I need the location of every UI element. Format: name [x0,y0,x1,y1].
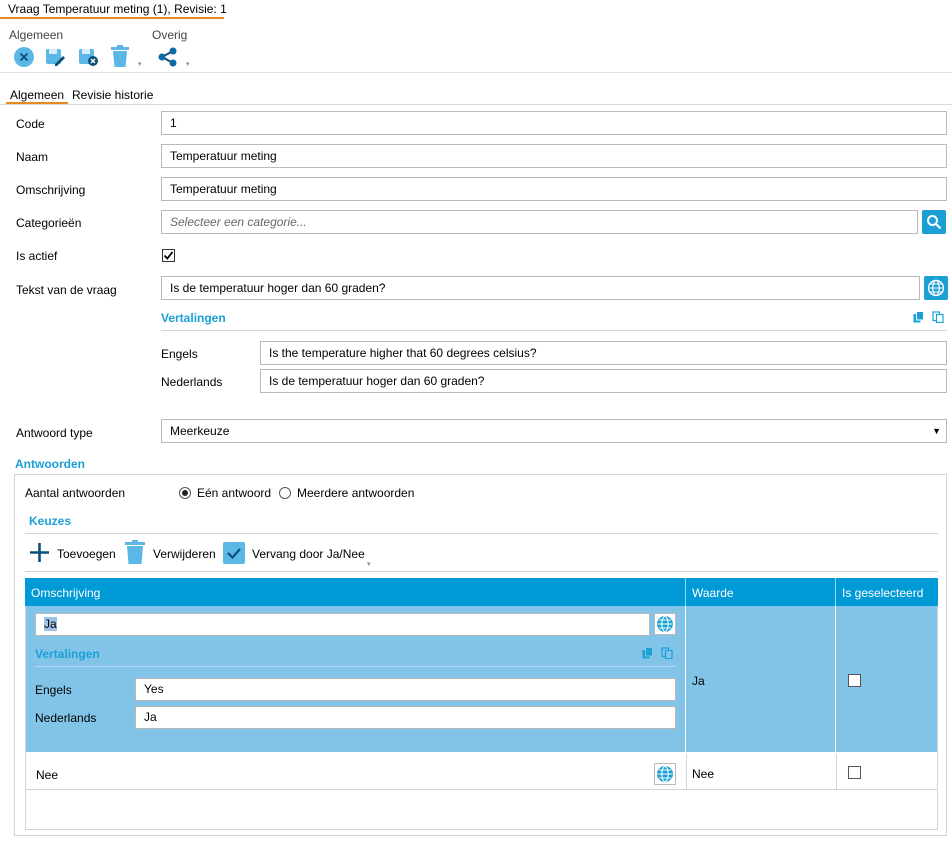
category-search-button[interactable] [922,210,946,234]
choice-description: Nee [36,768,59,782]
add-button[interactable]: Toevoegen [57,547,116,561]
choice-translations-title: Vertalingen [35,647,100,661]
radio-single-answer[interactable] [179,487,191,499]
code-field[interactable]: 1 [161,111,947,135]
ribbon-dropdown-marker-2[interactable]: ▾ [186,60,190,68]
active-checkbox[interactable] [162,249,175,262]
value-cell [686,606,836,752]
description-label: Omschrijving [16,183,86,197]
replace-yes-no-button[interactable]: Vervang door Ja/Nee [252,547,365,561]
paste-translations-icon[interactable] [661,647,673,662]
radio-single-label: Eén antwoord [197,486,272,500]
replace-yes-no-icon[interactable] [223,542,245,564]
dropdown-arrow-icon: ▼ [932,426,941,436]
translation-field-nl[interactable]: Is de temperatuur hoger dan 60 graden? [260,369,947,393]
choice-translate-button[interactable] [654,613,676,635]
question-label: Tekst van de vraag [16,283,117,297]
table-row[interactable] [26,754,937,790]
question-translations-title: Vertalingen [161,311,226,325]
answer-type-value: Meerkeuze [170,424,230,438]
ribbon-group-other-label: Overig [152,28,188,42]
radio-dot [182,490,188,496]
choice-selected-checkbox[interactable] [848,674,861,687]
ribbon-dropdown-marker[interactable]: ▾ [138,60,142,68]
add-icon[interactable] [29,542,50,566]
answers-title: Antwoorden [15,457,85,471]
save-edit-icon[interactable] [44,46,66,68]
choice-translation-field-en[interactable]: Yes [135,678,676,701]
copy-translations-icon[interactable] [642,647,654,662]
choice-translations-divider [35,666,676,667]
translation-language-label: Engels [161,347,198,361]
globe-icon [927,279,945,297]
checkmark-icon [163,251,174,260]
globe-icon [657,615,673,633]
globe-icon [657,765,673,783]
share-icon[interactable] [157,46,179,68]
toolbar-dropdown-marker[interactable]: ▾ [367,560,371,568]
window-title: Vraag Temperatuur meting (1), Revisie: 1 [8,2,227,16]
code-label: Code [16,117,45,131]
choice-value: Ja [692,674,705,688]
translation-language-label: Nederlands [161,375,223,389]
translation-field-en[interactable]: Is the temperature higher that 60 degree… [260,341,947,365]
name-field[interactable]: Temperatuur meting [161,144,947,168]
question-field[interactable]: Is de temperatuur hoger dan 60 graden? [161,276,920,300]
column-header-selected[interactable]: Is geselecteerd [842,586,923,600]
trash-icon[interactable] [109,45,131,67]
categories-label: Categorieën [16,216,82,230]
choice-translate-button[interactable] [654,763,676,785]
answer-count-label: Aantal antwoorden [25,486,126,500]
choice-value: Nee [692,767,715,781]
ribbon-group-general-label: Algemeen [9,28,64,42]
trash-icon[interactable] [124,540,146,568]
radio-multiple-answers[interactable] [279,487,291,499]
answer-type-select[interactable]: Meerkeuze ▼ [161,419,947,443]
translation-language-label: Engels [35,683,72,697]
grid-header: Omschrijving Waarde Is geselecteerd [25,578,938,606]
translation-language-label: Nederlands [35,711,97,725]
column-divider [686,754,687,790]
column-divider [835,578,836,606]
question-translations-divider [161,330,947,331]
search-icon [927,215,942,230]
title-underline [0,17,224,19]
answer-type-label: Antwoord type [16,426,93,440]
delete-button[interactable]: Verwijderen [153,547,216,561]
choice-selected-checkbox[interactable] [848,766,861,779]
column-divider [836,754,837,790]
choices-divider [25,533,938,534]
categories-input[interactable]: Selecteer een categorie... [161,210,918,234]
choice-description-text: Ja [44,617,57,631]
ribbon-separator [0,72,952,73]
choice-description-field[interactable]: Ja [35,613,650,636]
toolbar-divider [25,571,938,572]
description-field[interactable]: Temperatuur meting [161,177,947,201]
column-header-description[interactable]: Omschrijving [31,586,100,600]
column-divider [685,578,686,606]
paste-translations-icon[interactable] [932,311,944,326]
question-translate-button[interactable] [924,276,948,300]
choice-translation-field-nl[interactable]: Ja [135,706,676,729]
save-close-icon[interactable] [77,46,99,68]
tab-revisie-historie[interactable]: Revisie historie [72,88,153,102]
radio-multiple-label: Meerdere antwoorden [297,486,415,500]
column-header-value[interactable]: Waarde [692,586,734,600]
close-circle-icon[interactable] [13,46,35,68]
name-label: Naam [16,150,49,164]
tabs-separator [0,104,952,105]
active-label: Is actief [16,249,58,263]
copy-translations-icon[interactable] [913,311,925,326]
tab-algemeen[interactable]: Algemeen [10,88,64,102]
choices-title: Keuzes [29,514,72,528]
